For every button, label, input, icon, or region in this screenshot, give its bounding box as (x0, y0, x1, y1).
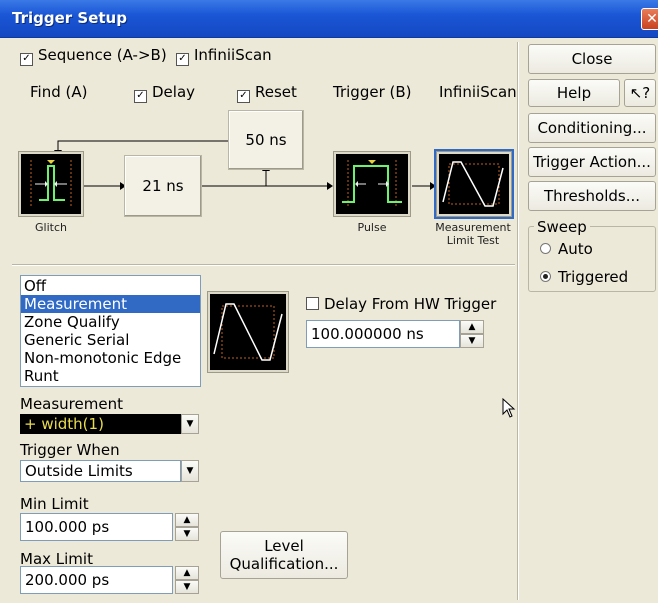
list-item[interactable]: Runt (21, 367, 200, 385)
measurement-preview (208, 292, 288, 372)
list-item[interactable]: Measurement (21, 295, 200, 313)
max-limit-stepper[interactable]: ▲ ▼ (175, 566, 199, 594)
section-divider (12, 264, 515, 266)
checkbox-box (306, 297, 319, 310)
glitch-icon (30, 160, 72, 208)
mouse-cursor-icon (502, 398, 516, 418)
glitch-trigger-icon[interactable] (19, 152, 83, 216)
measurement-waveform-icon (213, 303, 283, 361)
down-arrow-icon[interactable]: ▼ (175, 527, 199, 541)
measurement-limit-test-icon-selected[interactable] (434, 149, 514, 219)
check-icon: ✓ (20, 53, 33, 66)
up-arrow-icon[interactable]: ▲ (460, 320, 484, 334)
sequence-checkbox[interactable]: ✓ Sequence (A->B) (20, 46, 167, 66)
check-icon: ✓ (176, 53, 189, 66)
conditioning-button[interactable]: Conditioning... (528, 113, 656, 143)
whats-this-button[interactable]: ↖? (624, 79, 656, 107)
infiniiscan-checkbox[interactable]: ✓ InfiniiScan (176, 46, 272, 66)
close-button[interactable]: Close (528, 44, 656, 74)
pulse-label: Pulse (357, 221, 387, 234)
window-title: Trigger Setup (12, 9, 127, 27)
pointer-help-icon: ↖? (629, 84, 651, 102)
thresholds-button[interactable]: Thresholds... (528, 181, 656, 211)
pulse-trigger-icon[interactable] (334, 152, 410, 216)
min-limit-label: Min Limit (20, 495, 89, 513)
list-item[interactable]: Off (21, 277, 200, 295)
trigger-when-select[interactable]: Outside Limits (20, 460, 181, 482)
radio-selected-icon (540, 271, 551, 282)
down-arrow-icon[interactable]: ▼ (175, 580, 199, 594)
chevron-down-icon[interactable]: ▼ (181, 414, 199, 434)
mlt-label-2: Limit Test (446, 234, 500, 247)
glitch-label: Glitch (35, 221, 67, 234)
up-arrow-icon[interactable]: ▲ (175, 513, 199, 527)
infiniiscan-header: InfiniiScan (439, 83, 517, 101)
delay-time-box[interactable]: 21 ns (124, 155, 202, 217)
radio-icon (540, 243, 551, 254)
trigger-type-list[interactable]: Off Measurement Zone Qualify Generic Ser… (20, 275, 201, 387)
sweep-triggered-radio[interactable]: Triggered (540, 268, 628, 286)
sweep-auto-radio[interactable]: Auto (540, 240, 593, 258)
window-close-button[interactable]: ✕ (641, 8, 658, 30)
measurement-waveform-icon (442, 161, 504, 207)
hw-trigger-delay-input[interactable]: 100.000000 ns (306, 320, 460, 348)
help-button[interactable]: Help (528, 79, 620, 107)
up-arrow-icon[interactable]: ▲ (175, 566, 199, 580)
down-arrow-icon[interactable]: ▼ (460, 334, 484, 348)
trigger-action-button[interactable]: Trigger Action... (528, 147, 656, 177)
trigger-header: Trigger (B) (333, 83, 412, 101)
max-limit-input[interactable]: 200.000 ps (20, 566, 173, 594)
list-item[interactable]: Zone Qualify (21, 313, 200, 331)
chevron-down-icon[interactable]: ▼ (181, 460, 199, 482)
list-item[interactable]: Generic Serial (21, 331, 200, 349)
close-icon: ✕ (646, 11, 658, 27)
min-limit-stepper[interactable]: ▲ ▼ (175, 513, 199, 541)
list-item[interactable]: Non-monotonic Edge (21, 349, 200, 367)
measurement-select[interactable]: + width(1) (20, 414, 181, 434)
reset-time-box[interactable]: 50 ns (228, 110, 304, 170)
measurement-label: Measurement (20, 395, 123, 413)
pulse-icon (342, 160, 402, 208)
min-limit-input[interactable]: 100.000 ps (20, 513, 173, 541)
panel-separator (517, 42, 519, 600)
mlt-label-1: Measurement (435, 221, 511, 234)
find-header: Find (A) (30, 83, 88, 101)
delay-hw-trigger-checkbox[interactable]: Delay From HW Trigger (306, 295, 496, 313)
sweep-label: Sweep (534, 218, 590, 236)
hw-trigger-delay-stepper[interactable]: ▲ ▼ (460, 320, 484, 348)
trigger-when-label: Trigger When (20, 441, 120, 459)
level-qualification-button[interactable]: Level Qualification... (220, 531, 348, 579)
